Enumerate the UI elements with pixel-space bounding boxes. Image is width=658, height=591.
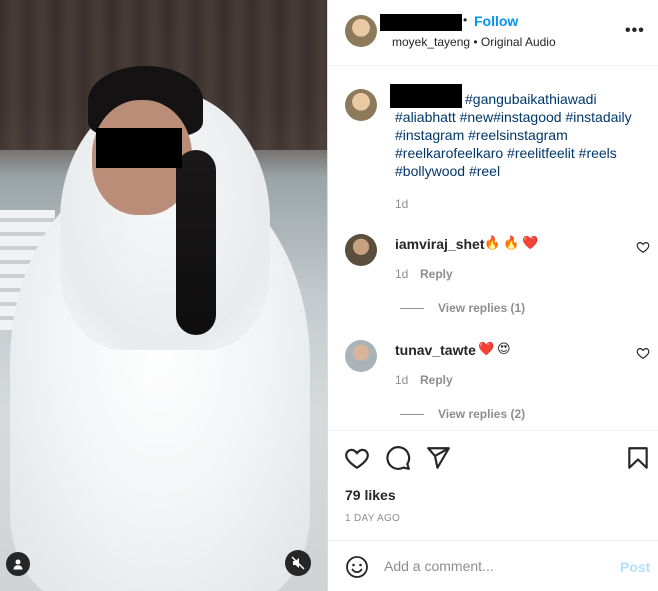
view-replies-button[interactable]: View replies (1)	[438, 301, 525, 315]
fire-emoji: 🔥	[484, 235, 501, 250]
replies-line	[400, 414, 424, 415]
commenter-username[interactable]: iamviraj_shet	[395, 236, 485, 252]
face-redaction	[96, 128, 182, 168]
comment-age: 1d	[395, 373, 409, 387]
likes-count[interactable]: 79 likes	[345, 487, 396, 503]
heart-eyes-emoji: 😍	[497, 341, 511, 356]
reply-button[interactable]: Reply	[420, 373, 453, 387]
view-replies-button[interactable]: View replies (2)	[438, 407, 525, 421]
caption-text[interactable]: #gangubaikathiawadi #aliabhatt #new#inst…	[395, 90, 645, 180]
author-name-redaction	[380, 14, 462, 31]
post-date: 1 DAY AGO	[345, 513, 401, 524]
share-icon[interactable]	[425, 445, 451, 471]
post-media[interactable]	[0, 0, 327, 591]
fire-emoji: 🔥	[503, 235, 520, 250]
caption-author-avatar[interactable]	[345, 89, 377, 121]
add-comment-bar: Post	[328, 540, 658, 591]
more-icon[interactable]: •••	[625, 22, 645, 40]
like-icon[interactable]	[636, 240, 650, 254]
heart-icon[interactable]	[344, 445, 370, 471]
heart-emoji: ❤️	[522, 235, 539, 250]
post-actions: 79 likes 1 DAY AGO	[328, 430, 658, 540]
media-braid	[176, 150, 216, 335]
commenter-username[interactable]: tunav_tawte	[395, 342, 476, 358]
post-panel: • Follow moyek_tayeng • Original Audio •…	[328, 0, 658, 591]
author-avatar[interactable]	[345, 15, 377, 47]
audio-subtitle[interactable]: moyek_tayeng • Original Audio	[392, 35, 556, 49]
commenter-avatar[interactable]	[345, 340, 377, 372]
like-icon[interactable]	[636, 346, 650, 360]
smile-icon[interactable]	[345, 555, 369, 579]
heart-emoji: ❤️	[478, 341, 495, 356]
commenter-avatar[interactable]	[345, 234, 377, 266]
separator-dot: •	[463, 13, 468, 27]
user-tag-icon	[13, 559, 23, 570]
follow-button[interactable]: Follow	[474, 13, 518, 29]
reply-button[interactable]: Reply	[420, 267, 453, 281]
replies-line	[400, 308, 424, 309]
post-button[interactable]: Post	[620, 559, 650, 575]
mute-button[interactable]	[285, 550, 311, 576]
comment-icon[interactable]	[385, 445, 411, 471]
mute-icon	[291, 556, 305, 570]
comment-input[interactable]	[384, 555, 604, 577]
bookmark-icon[interactable]	[625, 445, 651, 471]
comment-age: 1d	[395, 267, 409, 281]
caption-age: 1d	[395, 197, 409, 211]
post-header: • Follow moyek_tayeng • Original Audio •…	[328, 0, 658, 66]
user-tag-button[interactable]	[6, 552, 30, 576]
